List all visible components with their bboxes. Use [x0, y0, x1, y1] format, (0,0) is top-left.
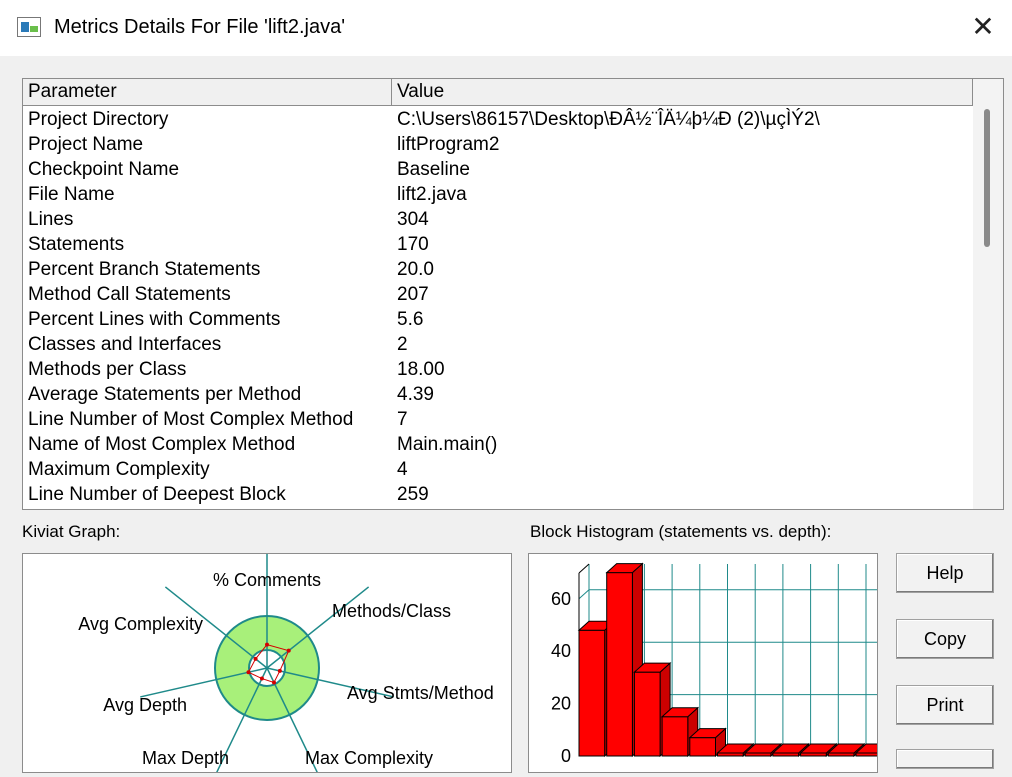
table-row[interactable]: Line Number of Deepest Block 259	[23, 482, 973, 507]
parameter-cell: Method Call Statements	[28, 284, 231, 305]
vertical-scrollbar[interactable]	[973, 79, 1003, 509]
parameter-cell: Average Statements per Method	[28, 384, 302, 405]
kiviat-point	[259, 676, 264, 681]
scrollbar-thumb[interactable]	[984, 109, 990, 247]
table-row[interactable]: Percent Branch Statements 20.0	[23, 257, 973, 282]
copy-button[interactable]: Copy	[896, 619, 994, 659]
value-cell: 4.39	[397, 384, 434, 405]
parameter-cell: Line Number of Most Complex Method	[28, 409, 354, 430]
table-row[interactable]: Checkpoint Name Baseline	[23, 157, 973, 182]
table-row[interactable]: Methods per Class 18.00	[23, 357, 973, 382]
more-button[interactable]	[896, 749, 994, 769]
title-bar: Metrics Details For File 'lift2.java' ✕	[0, 0, 1012, 56]
app-icon	[17, 17, 41, 37]
table-row[interactable]: Name of Most Complex Method Main.main()	[23, 432, 973, 457]
metrics-rows: Project Directory C:\Users\86157\Desktop\…	[23, 107, 973, 507]
histogram-y-tick: 0	[561, 746, 571, 766]
help-button[interactable]: Help	[896, 553, 994, 593]
kiviat-axis-label: Avg Complexity	[78, 614, 203, 634]
print-button[interactable]: Print	[896, 685, 994, 725]
dialog-body: Parameter Value Project Directory C:\User…	[0, 56, 1012, 777]
column-header-value[interactable]: Value	[392, 79, 973, 105]
close-button[interactable]: ✕	[968, 12, 998, 42]
table-row[interactable]: Project Name liftProgram2	[23, 132, 973, 157]
parameter-cell: File Name	[28, 184, 115, 205]
close-icon: ✕	[971, 11, 995, 42]
value-cell: Baseline	[397, 159, 470, 180]
parameter-cell: Classes and Interfaces	[28, 334, 222, 355]
table-row[interactable]: Line Number of Most Complex Method 7	[23, 407, 973, 432]
kiviat-svg: % Comments Methods/Class Avg Stmts/Method M…	[78, 538, 494, 777]
kiviat-axis-label: Avg Stmts/Method	[347, 683, 494, 703]
table-row[interactable]: Statements 170	[23, 232, 973, 257]
table-row[interactable]: Percent Lines with Comments 5.6	[23, 307, 973, 332]
column-header-parameter[interactable]: Parameter	[23, 79, 392, 105]
table-row[interactable]: Average Statements per Method 4.39	[23, 382, 973, 407]
kiviat-point	[286, 648, 291, 653]
value-cell: 18.00	[397, 359, 445, 380]
kiviat-axis-label: Methods/Class	[332, 601, 451, 621]
value-cell: lift2.java	[397, 184, 467, 205]
parameter-cell: Project Name	[28, 134, 144, 155]
value-cell: 20.0	[397, 259, 434, 280]
parameter-cell: Project Directory	[28, 109, 169, 130]
histogram-y-tick: 20	[551, 694, 571, 714]
table-row[interactable]: Classes and Interfaces 2	[23, 332, 973, 357]
kiviat-label: Kiviat Graph:	[22, 522, 121, 541]
metrics-list[interactable]: Parameter Value Project Directory C:\User…	[22, 78, 1004, 510]
kiviat-axis-label: % Comments	[213, 570, 321, 590]
kiviat-graph: % Comments Methods/Class Avg Stmts/Method M…	[22, 538, 512, 777]
histogram-y-tick: 40	[551, 641, 571, 661]
kiviat-axis-label: Max Complexity	[305, 748, 433, 768]
kiviat-point	[265, 642, 269, 647]
parameter-cell: Name of Most Complex Method	[28, 434, 296, 455]
value-cell: 207	[397, 284, 429, 305]
histogram-y-tick: 60	[551, 589, 571, 609]
block-histogram: 60 40 20 0	[528, 553, 878, 773]
histogram-grid-line	[578, 589, 590, 600]
histogram-axis-edge	[578, 563, 590, 574]
histogram-label: Block Histogram (statements vs. depth):	[530, 522, 832, 541]
parameter-cell: Checkpoint Name	[28, 159, 180, 180]
value-cell: C:\Users\86157\Desktop\ÐÂ½¨ÎÄ¼þ¼Ð (2)\µç…	[397, 109, 820, 130]
value-cell: Main.main()	[397, 434, 498, 455]
parameter-cell: Percent Branch Statements	[28, 259, 261, 280]
table-row[interactable]: Project Directory C:\Users\86157\Desktop\…	[23, 107, 973, 132]
value-cell: 7	[397, 409, 408, 430]
parameter-cell: Statements	[28, 234, 125, 255]
table-row[interactable]: Maximum Complexity 4	[23, 457, 973, 482]
table-row[interactable]: File Name lift2.java	[23, 182, 973, 207]
value-cell: 259	[397, 484, 429, 505]
list-header: Parameter Value	[23, 79, 973, 106]
kiviat-point	[246, 670, 251, 675]
histogram-svg: 60 40 20 0	[551, 562, 877, 766]
value-cell: 170	[397, 234, 429, 255]
value-cell: 2	[397, 334, 408, 355]
table-row[interactable]: Lines 304	[23, 207, 973, 232]
parameter-cell: Maximum Complexity	[28, 459, 210, 480]
kiviat-axis-label: Avg Depth	[103, 695, 187, 715]
table-row[interactable]: Method Call Statements 207	[23, 282, 973, 307]
kiviat-point	[253, 656, 258, 661]
kiviat-point	[271, 680, 276, 685]
window-title: Metrics Details For File 'lift2.java'	[54, 16, 346, 38]
parameter-cell: Lines	[28, 209, 74, 230]
parameter-cell: Methods per Class	[28, 359, 187, 380]
parameter-cell: Percent Lines with Comments	[28, 309, 281, 330]
value-cell: 304	[397, 209, 429, 230]
parameter-cell: Line Number of Deepest Block	[28, 484, 286, 505]
value-cell: liftProgram2	[397, 134, 500, 155]
kiviat-point	[277, 668, 282, 673]
value-cell: 5.6	[397, 309, 424, 330]
kiviat-axis-label: Max Depth	[142, 748, 229, 768]
value-cell: 4	[397, 459, 408, 480]
